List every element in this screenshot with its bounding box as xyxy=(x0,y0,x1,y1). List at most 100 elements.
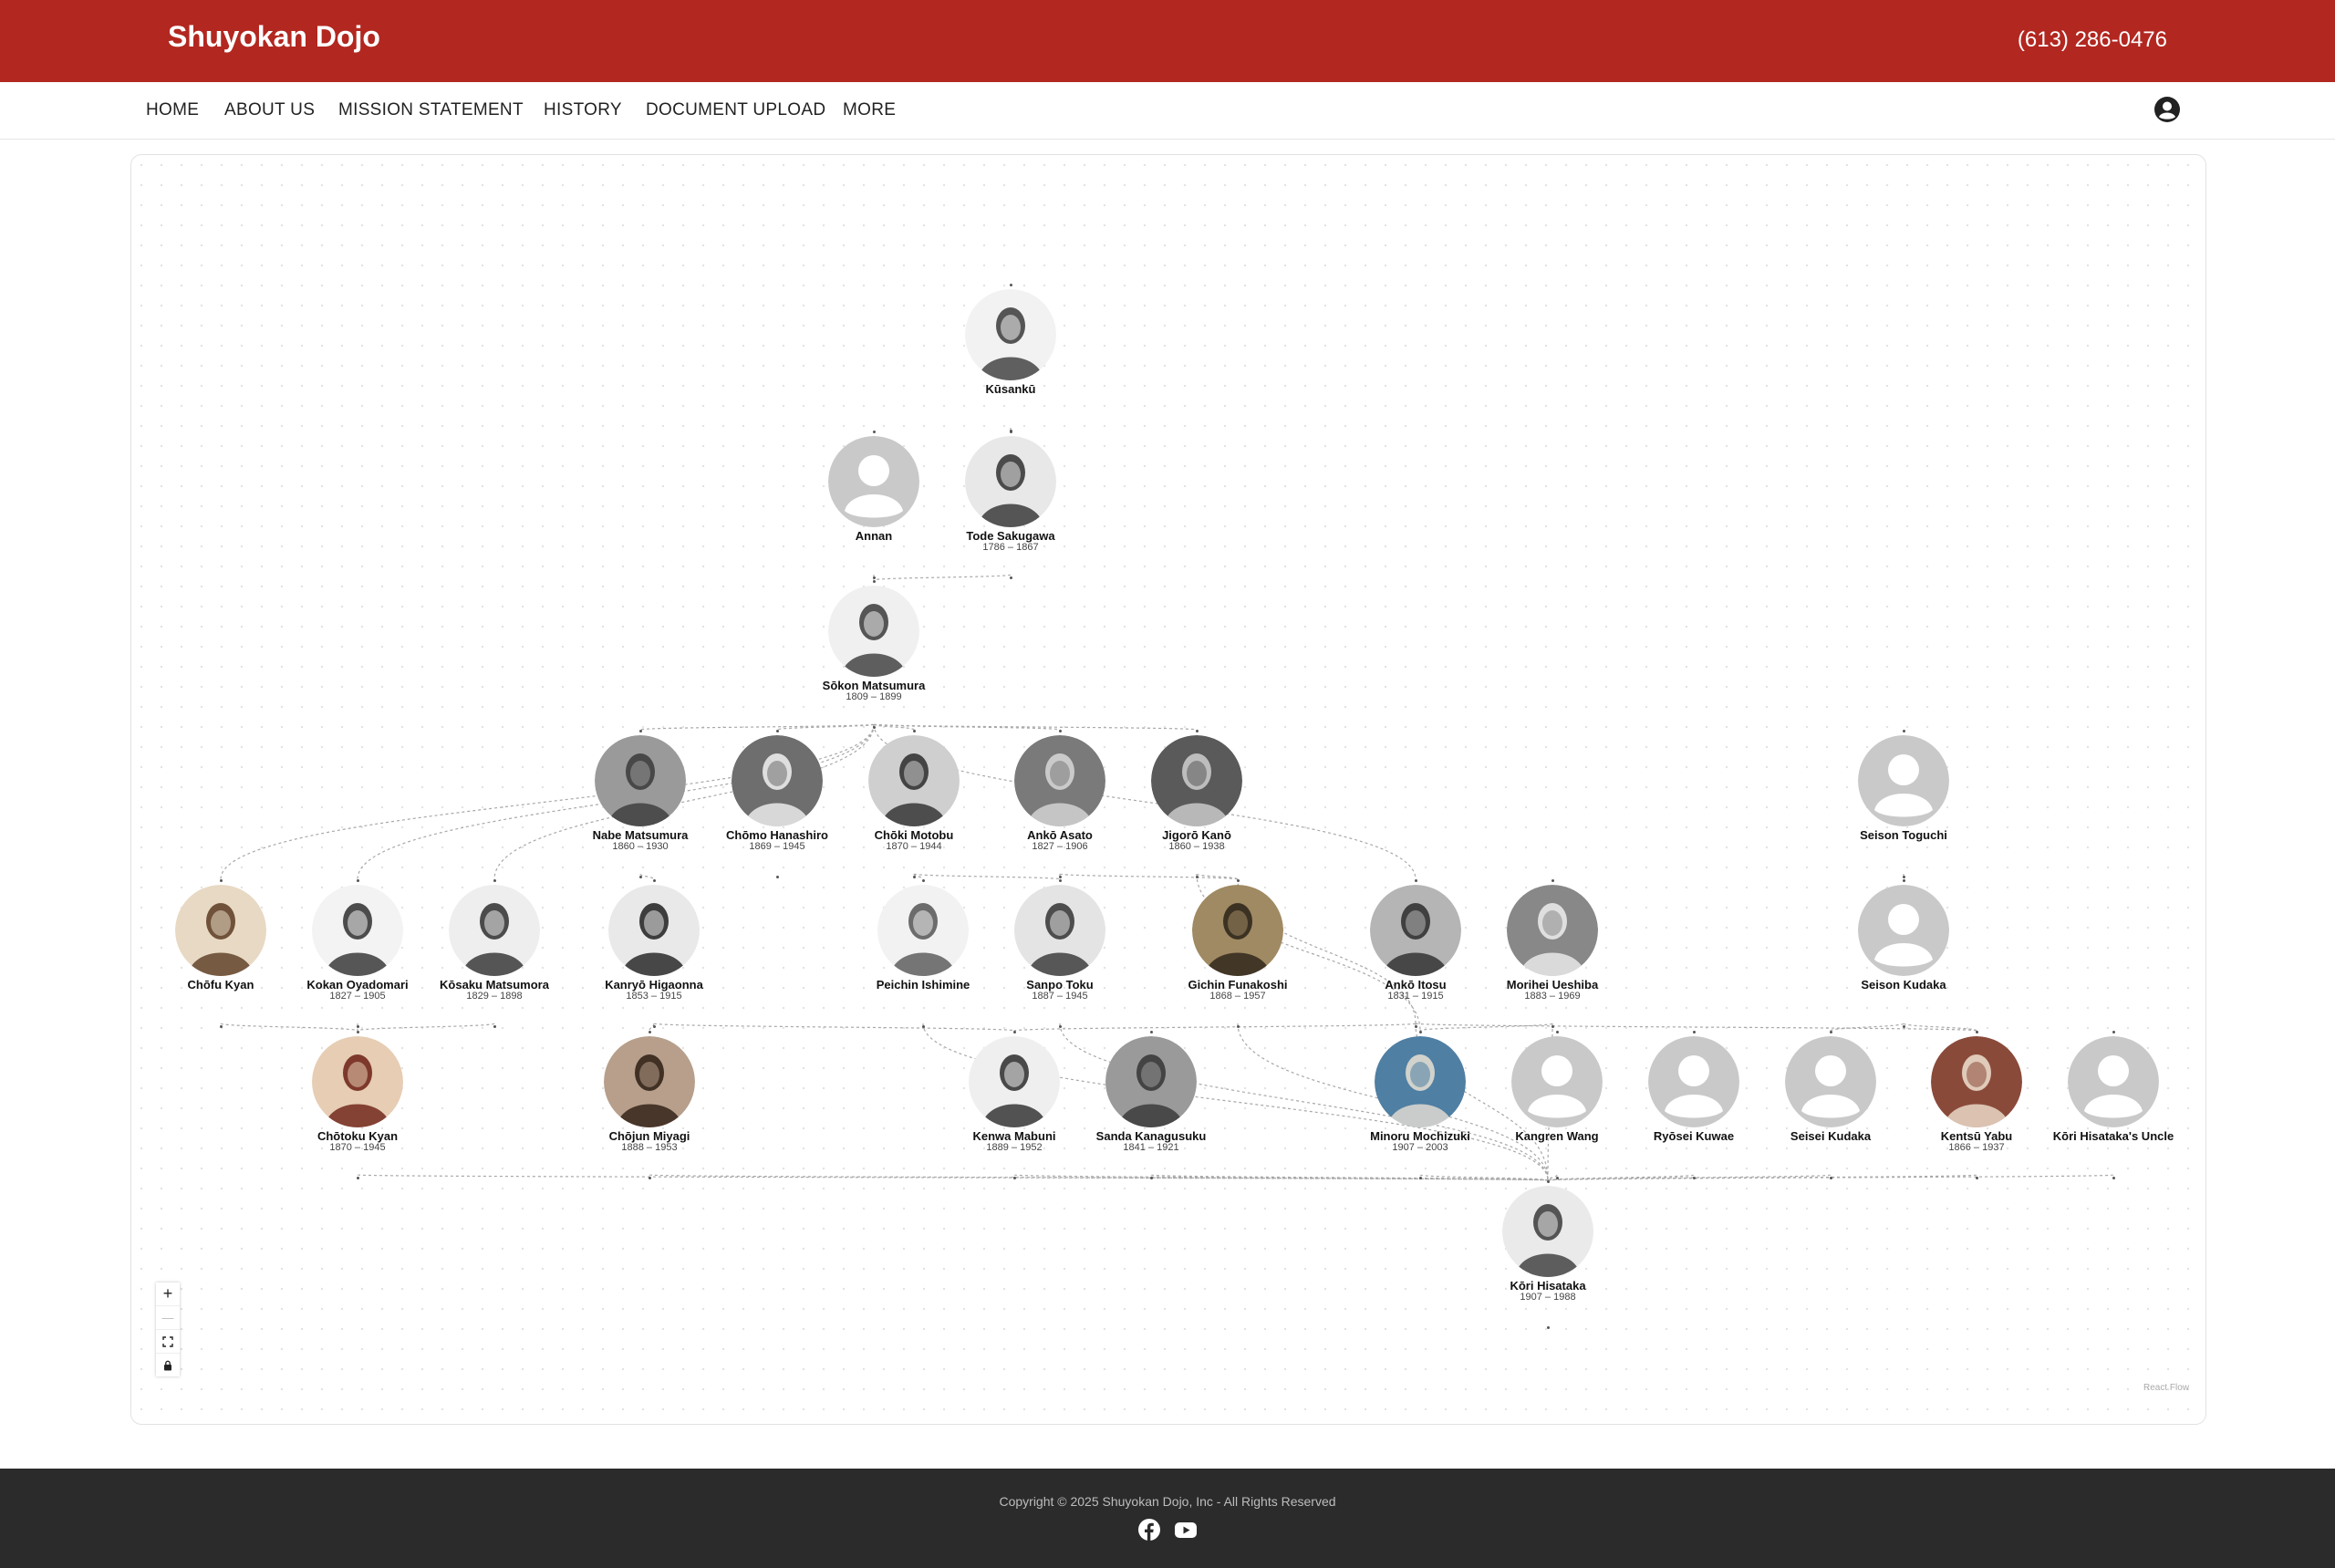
lineage-node-peichin[interactable]: Peichin Ishimine xyxy=(859,879,987,1028)
zoom-out-button[interactable]: — xyxy=(156,1306,180,1330)
connection-handle-bottom[interactable] xyxy=(1150,1177,1153,1179)
connection-handle-bottom[interactable] xyxy=(1059,876,1062,878)
connection-handle-top[interactable] xyxy=(1013,1031,1016,1033)
connection-handle-top[interactable] xyxy=(1830,1031,1832,1033)
connection-handle-bottom[interactable] xyxy=(653,1025,656,1028)
connection-handle-top[interactable] xyxy=(1903,879,1905,882)
react-flow-attribution[interactable]: React Flow xyxy=(2143,1383,2189,1393)
connection-handle-top[interactable] xyxy=(653,879,656,882)
facebook-icon[interactable] xyxy=(1137,1518,1161,1542)
connection-handle-top[interactable] xyxy=(913,730,916,732)
connection-handle-bottom[interactable] xyxy=(1415,1025,1417,1028)
connection-handle-bottom[interactable] xyxy=(873,576,876,579)
lineage-node-kenwa[interactable]: Kenwa Mabuni 1889 – 1952 xyxy=(950,1031,1078,1179)
nav-item-more[interactable]: MORE xyxy=(843,100,896,120)
connection-handle-bottom[interactable] xyxy=(1556,1177,1559,1179)
connection-handle-bottom[interactable] xyxy=(1976,1177,1978,1179)
lineage-node-kanryo[interactable]: Kanryō Higaonna 1853 – 1915 xyxy=(590,879,718,1028)
connection-handle-bottom[interactable] xyxy=(1903,1025,1905,1028)
lineage-node-chotoku[interactable]: Chōtoku Kyan 1870 – 1945 xyxy=(294,1031,421,1179)
connection-handle-bottom[interactable] xyxy=(1830,1177,1832,1179)
lineage-node-sanda[interactable]: Sanda Kanagusuku 1841 – 1921 xyxy=(1087,1031,1215,1179)
connection-handle-top[interactable] xyxy=(649,1031,651,1033)
lineage-node-annan[interactable]: Annan xyxy=(810,431,938,579)
site-brand[interactable]: Shuyokan Dojo xyxy=(168,20,380,54)
connection-handle-bottom[interactable] xyxy=(1551,1025,1554,1028)
connection-handle-bottom[interactable] xyxy=(913,876,916,878)
lineage-node-jigoro[interactable]: Jigorō Kanō 1860 – 1938 xyxy=(1133,730,1261,878)
lineage-node-sanpo[interactable]: Sanpo Toku 1887 – 1945 xyxy=(996,879,1124,1028)
lineage-node-nabe[interactable]: Nabe Matsumura 1860 – 1930 xyxy=(576,730,704,878)
nav-item-home[interactable]: HOME xyxy=(146,100,199,120)
connection-handle-top[interactable] xyxy=(493,879,496,882)
lineage-flow-canvas[interactable]: Kūsankū Annan Tode Sakugawa 1786 – 1867 Sōko… xyxy=(130,154,2206,1425)
connection-handle-bottom[interactable] xyxy=(649,1177,651,1179)
nav-item-about-us[interactable]: ABOUT US xyxy=(224,100,315,120)
lineage-node-sakugawa[interactable]: Tode Sakugawa 1786 – 1867 xyxy=(947,431,1074,579)
connection-handle-bottom[interactable] xyxy=(776,876,779,878)
lineage-node-kosaku[interactable]: Kōsaku Matsumora 1829 – 1898 xyxy=(431,879,558,1028)
connection-handle-top[interactable] xyxy=(1237,879,1240,882)
lineage-node-morihei[interactable]: Morihei Ueshiba 1883 – 1969 xyxy=(1489,879,1616,1028)
lineage-node-chofu[interactable]: Chōfu Kyan xyxy=(157,879,285,1028)
connection-handle-top[interactable] xyxy=(1419,1031,1422,1033)
connection-handle-top[interactable] xyxy=(776,730,779,732)
connection-handle-top[interactable] xyxy=(1976,1031,1978,1033)
connection-handle-top[interactable] xyxy=(922,879,925,882)
connection-handle-top[interactable] xyxy=(1415,879,1417,882)
lineage-node-kangren[interactable]: Kangren Wang xyxy=(1493,1031,1621,1179)
connection-handle-bottom[interactable] xyxy=(1693,1177,1696,1179)
lineage-node-seison-toguchi[interactable]: Seison Toguchi xyxy=(1840,730,1967,878)
connection-handle-bottom[interactable] xyxy=(493,1025,496,1028)
connection-handle-bottom[interactable] xyxy=(873,726,876,729)
connection-handle-top[interactable] xyxy=(1693,1031,1696,1033)
lineage-node-anko-asato[interactable]: Ankō Asato 1827 – 1906 xyxy=(996,730,1124,878)
connection-handle-top[interactable] xyxy=(357,879,359,882)
lineage-node-seison-kudaka[interactable]: Seison Kudaka xyxy=(1840,879,1967,1028)
lineage-node-uncle[interactable]: Kōri Hisataka's Uncle xyxy=(2050,1031,2177,1179)
lineage-node-gichin[interactable]: Gichin Funakoshi 1868 – 1957 xyxy=(1174,879,1302,1028)
connection-handle-top[interactable] xyxy=(639,730,642,732)
lineage-node-kori[interactable]: Kōri Hisataka 1907 – 1988 xyxy=(1484,1180,1612,1329)
lineage-node-kentsu[interactable]: Kentsū Yabu 1866 – 1937 xyxy=(1913,1031,2040,1179)
lineage-node-sokon[interactable]: Sōkon Matsumura 1809 – 1899 xyxy=(810,580,938,729)
lock-button[interactable] xyxy=(156,1354,180,1376)
fit-view-button[interactable] xyxy=(156,1330,180,1354)
lineage-node-choki[interactable]: Chōki Motobu 1870 – 1944 xyxy=(850,730,978,878)
connection-handle-top[interactable] xyxy=(1551,879,1554,882)
connection-handle-bottom[interactable] xyxy=(357,1025,359,1028)
connection-handle-top[interactable] xyxy=(357,1031,359,1033)
nav-item-document-upload[interactable]: DOCUMENT UPLOAD xyxy=(646,100,825,120)
connection-handle-bottom[interactable] xyxy=(1237,1025,1240,1028)
connection-handle-top[interactable] xyxy=(1010,431,1012,433)
connection-handle-bottom[interactable] xyxy=(1903,876,1905,878)
nav-item-mission-statement[interactable]: MISSION STATEMENT xyxy=(338,100,524,120)
account-circle-icon[interactable] xyxy=(2153,96,2181,123)
lineage-node-kusanku[interactable]: Kūsankū xyxy=(947,284,1074,432)
connection-handle-top[interactable] xyxy=(873,431,876,433)
lineage-node-kokan[interactable]: Kokan Oyadomari 1827 – 1905 xyxy=(294,879,421,1028)
connection-handle-top[interactable] xyxy=(1010,284,1012,286)
phone-number[interactable]: (613) 286-0476 xyxy=(2018,27,2167,53)
connection-handle-bottom[interactable] xyxy=(1010,576,1012,579)
connection-handle-bottom[interactable] xyxy=(1059,1025,1062,1028)
lineage-node-minoru[interactable]: Minoru Mochizuki 1907 – 2003 xyxy=(1356,1031,1484,1179)
zoom-in-button[interactable]: + xyxy=(156,1282,180,1306)
connection-handle-bottom[interactable] xyxy=(1419,1177,1422,1179)
nav-item-history[interactable]: HISTORY xyxy=(544,100,622,120)
connection-handle-top[interactable] xyxy=(1903,730,1905,732)
connection-handle-bottom[interactable] xyxy=(922,1025,925,1028)
connection-handle-top[interactable] xyxy=(220,879,223,882)
connection-handle-top[interactable] xyxy=(1150,1031,1153,1033)
connection-handle-bottom[interactable] xyxy=(220,1025,223,1028)
connection-handle-bottom[interactable] xyxy=(639,876,642,878)
lineage-node-chomo[interactable]: Chōmo Hanashiro 1869 – 1945 xyxy=(713,730,841,878)
connection-handle-top[interactable] xyxy=(873,580,876,583)
connection-handle-top[interactable] xyxy=(2112,1031,2115,1033)
connection-handle-bottom[interactable] xyxy=(1196,876,1199,878)
lineage-node-seisei[interactable]: Seisei Kudaka xyxy=(1767,1031,1894,1179)
connection-handle-top[interactable] xyxy=(1196,730,1199,732)
lineage-node-anko-itosu[interactable]: Ankō Itosu 1831 – 1915 xyxy=(1352,879,1479,1028)
youtube-icon[interactable] xyxy=(1174,1518,1198,1542)
connection-handle-bottom[interactable] xyxy=(1013,1177,1016,1179)
